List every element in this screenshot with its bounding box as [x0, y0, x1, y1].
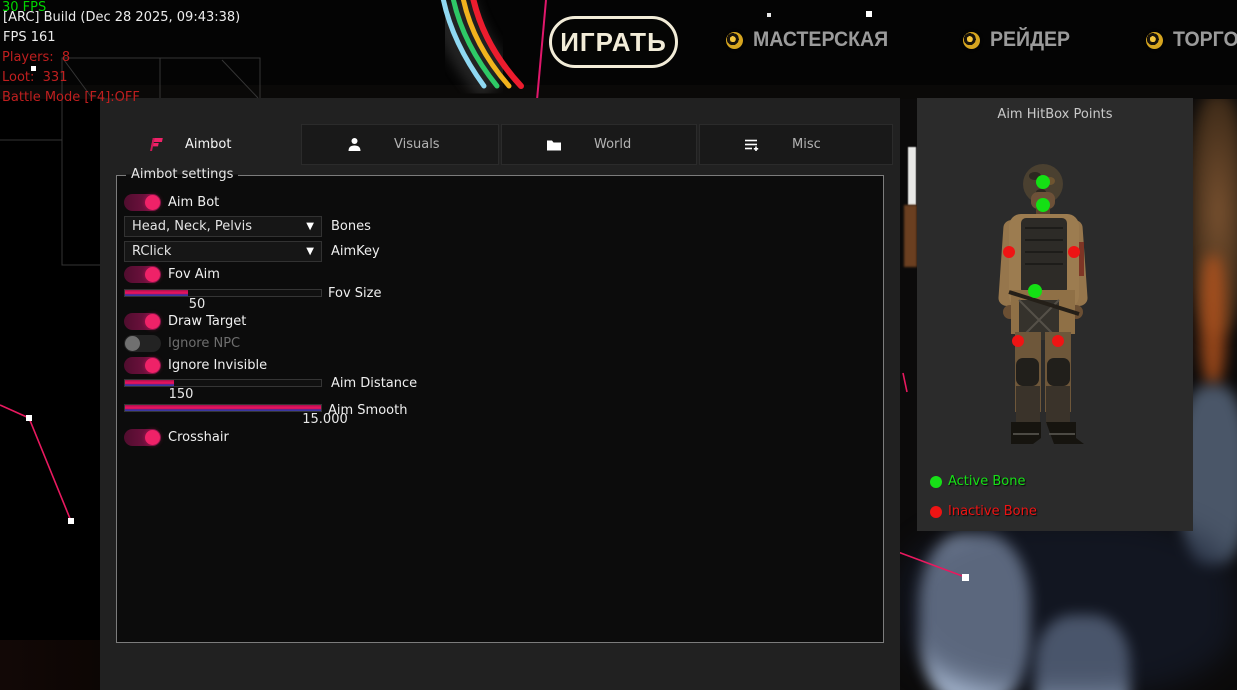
nav-item-trader[interactable]: ТОРГОВЕЦ — [1146, 28, 1237, 52]
tab-label: World — [594, 137, 631, 152]
tab-visuals[interactable]: Visuals — [301, 124, 499, 165]
loot-line: Loot: 331 — [2, 70, 67, 85]
hitbox-panel-title: Aim HitBox Points — [917, 107, 1193, 122]
scene-light-strip — [908, 147, 916, 205]
toggle-knob — [125, 336, 140, 351]
flag-icon — [148, 137, 164, 153]
hitbox-dot-leftarm — [1003, 246, 1015, 258]
toggle-knob — [145, 267, 160, 282]
nav-item-label: ТОРГОВЕЦ — [1173, 28, 1237, 52]
playlist-add-icon — [744, 137, 760, 153]
slider-fill — [125, 290, 188, 296]
folder-icon — [546, 137, 562, 153]
coin-icon — [726, 32, 743, 49]
aimbot-settings-group: Aimbot settings Aim Bot Head, Neck, Pelv… — [116, 175, 884, 643]
chevron-down-icon: ▼ — [306, 221, 314, 232]
hitbox-dots-layer — [983, 162, 1123, 452]
build-info: [ARC] Build (Dec 28 2025, 09:43:38) — [3, 10, 240, 25]
ignore-invisible-label: Ignore Invisible — [168, 357, 267, 374]
bones-label: Bones — [331, 219, 371, 234]
tab-label: Misc — [792, 137, 821, 152]
fov-aim-toggle[interactable] — [124, 266, 161, 283]
aimkey-dropdown[interactable]: RClick ▼ — [124, 241, 322, 262]
aim-distance-label: Aim Distance — [331, 376, 417, 391]
chevron-down-icon: ▼ — [306, 246, 314, 257]
hitbox-dot-head — [1036, 175, 1050, 189]
hitbox-dot-neck — [1036, 198, 1050, 212]
ignore-invisible-toggle[interactable] — [124, 357, 161, 374]
aim-bot-label: Aim Bot — [168, 194, 219, 211]
person-icon — [346, 137, 362, 153]
draw-target-toggle[interactable] — [124, 313, 161, 330]
legend-label: Active Bone — [948, 474, 1025, 489]
fov-size-slider[interactable] — [124, 289, 322, 297]
active-bone-dot-icon — [930, 476, 942, 488]
aim-smooth-label: Aim Smooth — [328, 403, 407, 418]
nav-item-label: МАСТЕРСКАЯ — [753, 28, 888, 52]
nav-item-label: РЕЙДЕР — [990, 28, 1070, 52]
hitbox-dot-rightleg — [1052, 335, 1064, 347]
nav-item-raider[interactable]: РЕЙДЕР — [963, 28, 1076, 52]
legend-label: Inactive Bone — [948, 504, 1037, 519]
scene-wood — [904, 205, 917, 267]
hitbox-dot-pelvis — [1028, 284, 1042, 298]
group-title: Aimbot settings — [126, 167, 238, 182]
aim-distance-slider[interactable] — [124, 379, 322, 387]
fov-size-value: 50 — [179, 297, 215, 312]
aim-bot-toggle[interactable] — [124, 194, 161, 211]
tab-world[interactable]: World — [501, 124, 697, 165]
crosshair-label: Crosshair — [168, 429, 229, 446]
fov-aim-label: Fov Aim — [168, 266, 220, 283]
cheat-menu-panel: Aimbot Visuals World Misc Aimbot setting… — [100, 98, 900, 690]
aim-smooth-slider[interactable] — [124, 404, 322, 412]
aimkey-value: RClick — [132, 244, 306, 259]
tab-label: Aimbot — [185, 137, 231, 152]
player-model — [983, 162, 1123, 452]
inactive-bone-dot-icon — [930, 506, 942, 518]
toggle-knob — [145, 358, 160, 373]
play-button[interactable]: ИГРАТЬ — [549, 16, 678, 68]
coin-icon — [963, 32, 980, 49]
tab-label: Visuals — [394, 137, 440, 152]
legend-inactive-bone: Inactive Bone — [930, 504, 1037, 519]
bones-value: Head, Neck, Pelvis — [132, 219, 306, 234]
bones-dropdown[interactable]: Head, Neck, Pelvis ▼ — [124, 216, 322, 237]
nav-item-workshop[interactable]: МАСТЕРСКАЯ — [726, 28, 898, 52]
slider-fill — [125, 405, 321, 411]
tab-misc[interactable]: Misc — [699, 124, 893, 165]
ignore-npc-toggle[interactable] — [124, 335, 161, 352]
fov-size-label: Fov Size — [328, 286, 381, 301]
crosshair-toggle[interactable] — [124, 429, 161, 446]
backdrop-strip — [0, 85, 1237, 99]
hitbox-dot-leftleg — [1012, 335, 1024, 347]
hitbox-dot-rightarm — [1068, 246, 1080, 258]
battle-mode-line: Battle Mode [F4]:OFF — [2, 90, 140, 105]
toggle-knob — [145, 430, 160, 445]
toggle-knob — [145, 195, 160, 210]
toggle-knob — [145, 314, 160, 329]
aimkey-label: AimKey — [331, 244, 380, 259]
slider-fill — [125, 380, 174, 386]
coin-icon — [1146, 32, 1163, 49]
draw-target-label: Draw Target — [168, 313, 246, 330]
ignore-npc-label: Ignore NPC — [168, 335, 240, 352]
legend-active-bone: Active Bone — [930, 474, 1025, 489]
players-line: Players: 8 — [2, 50, 70, 65]
tab-aimbot[interactable]: Aimbot — [116, 124, 332, 165]
hitbox-panel: Aim HitBox Points — [917, 98, 1193, 531]
aim-distance-value: 150 — [163, 387, 199, 402]
fps-line: FPS 161 — [3, 30, 56, 45]
